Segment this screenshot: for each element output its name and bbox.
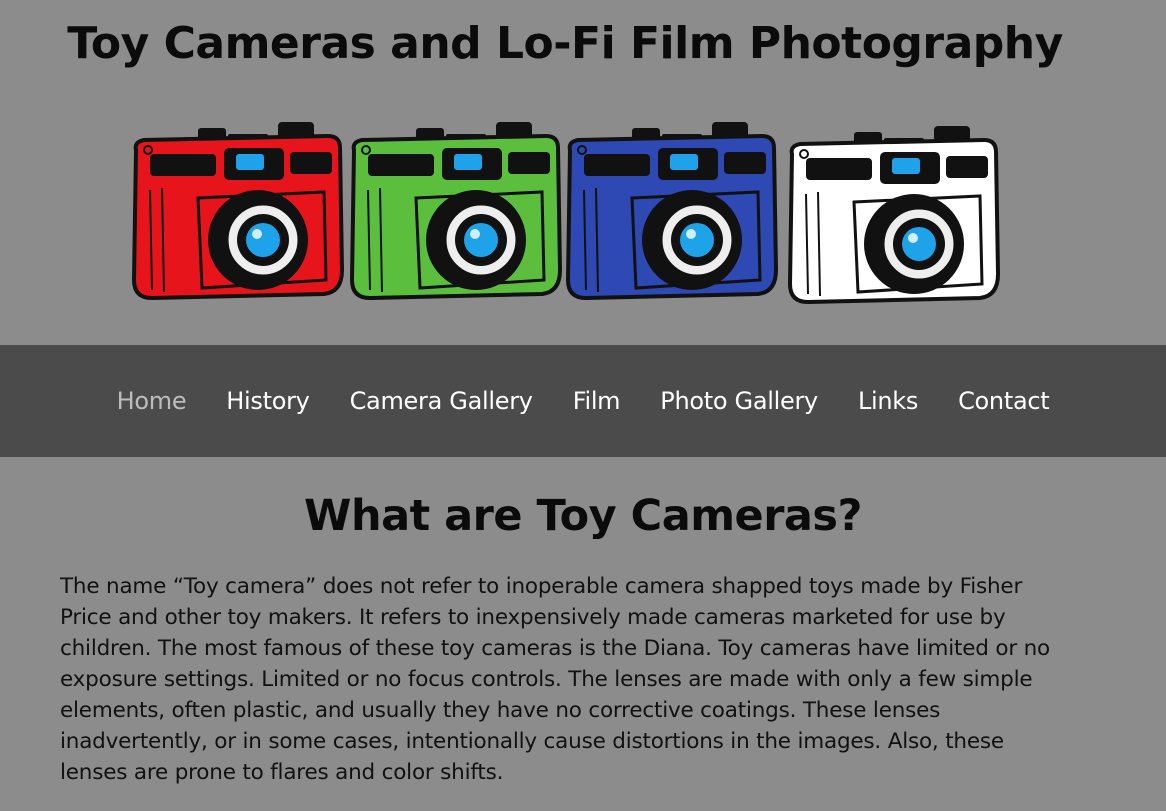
camera-banner-graphic: [132, 120, 1000, 304]
blue-toy-camera-icon: [566, 120, 778, 300]
main-content: What are Toy Cameras? The name “Toy came…: [0, 457, 1166, 788]
red-toy-camera-icon: [132, 120, 344, 300]
white-toy-camera-icon: [788, 124, 1000, 304]
site-header: Toy Cameras and Lo-Fi Film Photography: [0, 0, 1166, 345]
main-nav: Home History Camera Gallery Film Photo G…: [0, 345, 1166, 457]
nav-history[interactable]: History: [206, 387, 329, 415]
camera-banner: [128, 112, 1008, 307]
nav-camera-gallery[interactable]: Camera Gallery: [330, 387, 553, 415]
nav-photo-gallery[interactable]: Photo Gallery: [640, 387, 838, 415]
site-title: Toy Cameras and Lo-Fi Film Photography: [67, 18, 1063, 69]
page-heading: What are Toy Cameras?: [304, 491, 862, 541]
intro-paragraph: The name “Toy camera” does not refer to …: [60, 574, 1050, 785]
nav-film[interactable]: Film: [553, 387, 641, 415]
green-toy-camera-icon: [350, 120, 562, 300]
nav-links[interactable]: Links: [838, 387, 938, 415]
nav-home[interactable]: Home: [97, 387, 207, 415]
nav-contact[interactable]: Contact: [938, 387, 1069, 415]
